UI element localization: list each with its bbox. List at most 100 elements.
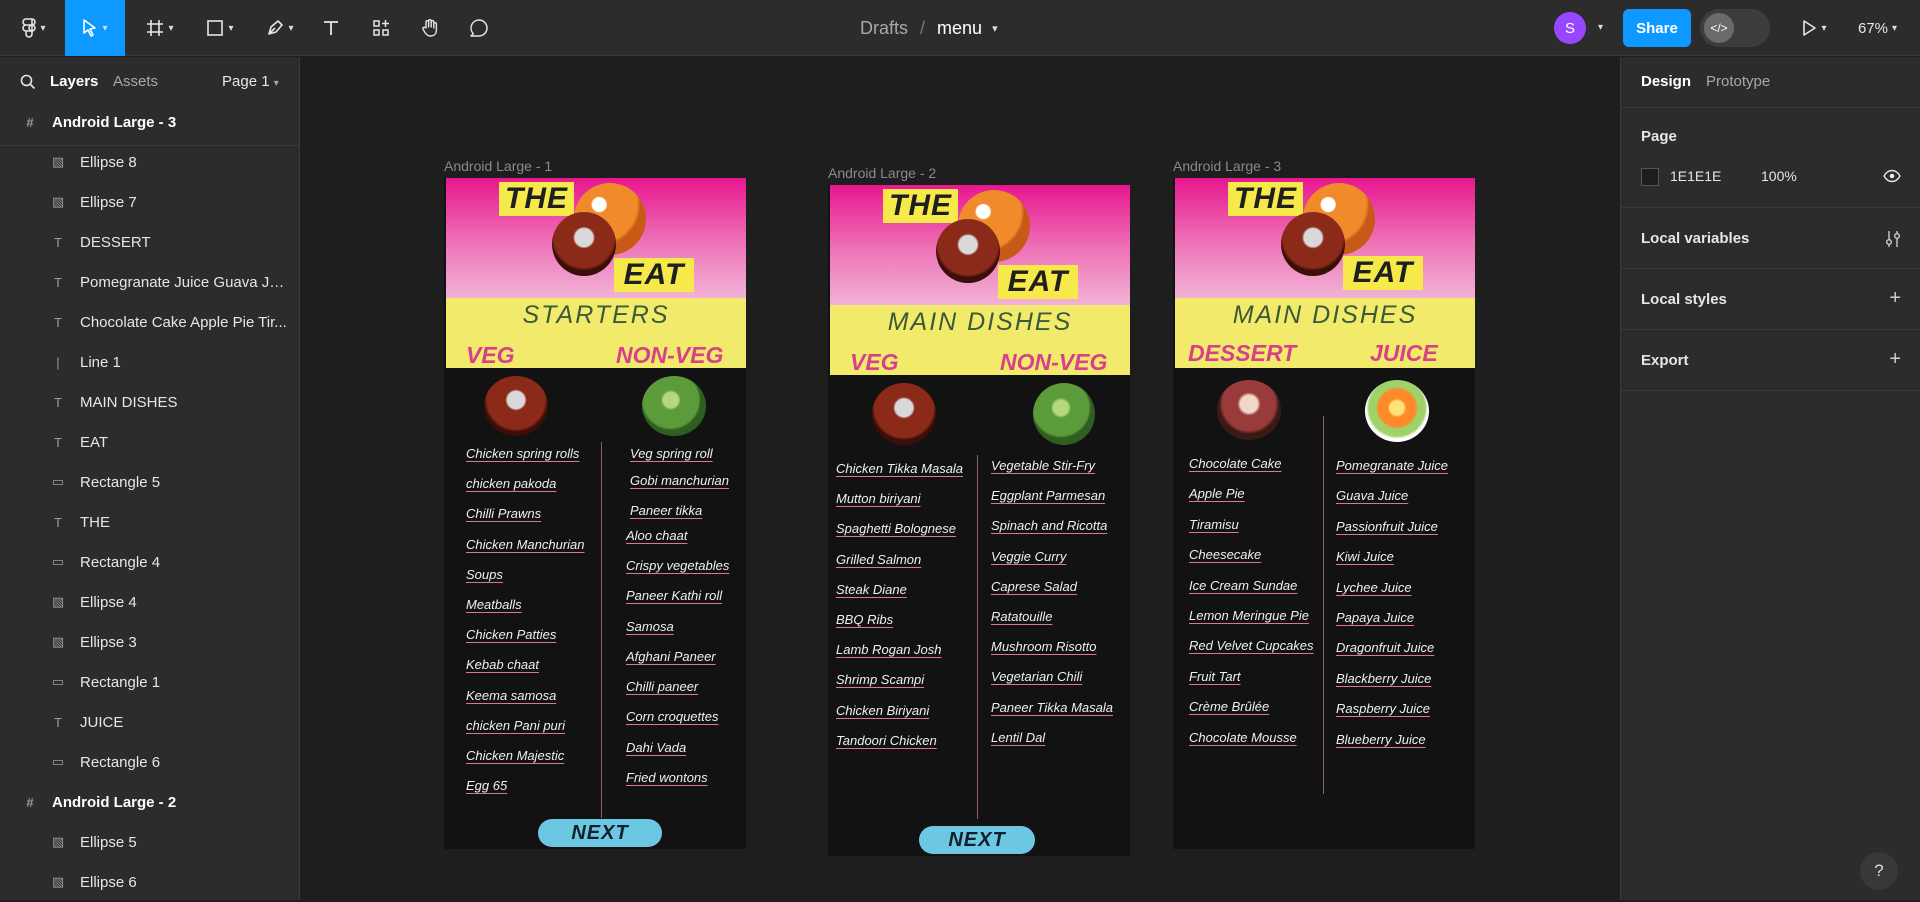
comment-tool-button[interactable] [464, 0, 494, 56]
menu-item[interactable]: Chicken spring rolls [466, 446, 579, 461]
dev-mode-toggle[interactable]: </> [1700, 9, 1770, 47]
menu-item[interactable]: Blackberry Juice [1336, 671, 1431, 686]
tab-layers[interactable]: Layers [50, 73, 98, 90]
export-section[interactable]: Export + [1621, 330, 1920, 391]
menu-item[interactable]: Tandoori Chicken [836, 733, 937, 748]
plus-icon[interactable]: + [1889, 287, 1901, 310]
main-menu-button[interactable]: ▾ [14, 0, 54, 56]
resources-tool-button[interactable] [366, 0, 396, 56]
menu-item[interactable]: Lychee Juice [1336, 580, 1412, 595]
next-button[interactable]: NEXT [919, 826, 1035, 854]
page-opacity[interactable]: 100% [1761, 168, 1797, 184]
menu-item[interactable]: Dahi Vada [626, 740, 686, 755]
menu-item[interactable]: Egg 65 [466, 778, 507, 793]
android-large-2-frame[interactable]: THE EAT MAIN DISHES VEG NON-VEG Chicken … [828, 185, 1130, 856]
frame-label[interactable]: Android Large - 3 [1173, 158, 1281, 174]
menu-item[interactable]: Mushroom Risotto [991, 639, 1096, 654]
menu-item[interactable]: Fried wontons [626, 770, 708, 785]
menu-item[interactable]: Kebab chaat [466, 657, 539, 672]
menu-item[interactable]: Chocolate Mousse [1189, 730, 1297, 745]
text-tool-button[interactable] [316, 0, 346, 56]
menu-item[interactable]: Eggplant Parmesan [991, 488, 1105, 503]
android-large-3-frame[interactable]: THE EAT MAIN DISHES DESSERT JUICE Chocol… [1173, 178, 1475, 849]
menu-item[interactable]: Chicken Tikka Masala [836, 461, 963, 476]
layer-row[interactable]: ▧ Ellipse 6 [0, 862, 300, 902]
layer-row[interactable]: ▧ Ellipse 5 [0, 822, 300, 862]
page-color-hex[interactable]: 1E1E1E [1670, 168, 1721, 184]
menu-item[interactable]: Caprese Salad [991, 579, 1077, 594]
tab-design[interactable]: Design [1641, 73, 1691, 90]
menu-item[interactable]: Tiramisu [1189, 517, 1239, 532]
plus-icon[interactable]: + [1889, 348, 1901, 371]
chevron-down-icon[interactable]: ▾ [1598, 22, 1603, 33]
menu-item[interactable]: Mutton biriyani [836, 491, 921, 506]
layer-row[interactable]: ▭ Rectangle 5 [0, 462, 300, 502]
menu-item[interactable]: Afghani Paneer [626, 649, 716, 664]
tab-prototype[interactable]: Prototype [1706, 73, 1770, 90]
frame-label[interactable]: Android Large - 2 [828, 165, 936, 181]
menu-item[interactable]: Blueberry Juice [1336, 732, 1426, 747]
local-variables-section[interactable]: Local variables [1621, 208, 1920, 269]
menu-item[interactable]: Paneer Kathi roll [626, 588, 722, 603]
local-styles-section[interactable]: Local styles + [1621, 269, 1920, 330]
menu-item[interactable]: chicken Pani puri [466, 718, 565, 733]
menu-item[interactable]: Veggie Curry [991, 549, 1066, 564]
hand-tool-button[interactable] [415, 0, 445, 56]
menu-item[interactable]: Chilli Prawns [466, 506, 541, 521]
menu-item[interactable]: Ratatouille [991, 609, 1052, 624]
user-avatar[interactable]: S [1554, 12, 1586, 44]
menu-item[interactable]: Lentil Dal [991, 730, 1045, 745]
menu-item[interactable]: Paneer tikka [630, 503, 702, 518]
menu-item[interactable]: Ice Cream Sundae [1189, 578, 1297, 593]
frame-tool-button[interactable]: ▾ [138, 0, 182, 56]
menu-item[interactable]: Chicken Manchurian [466, 537, 585, 552]
menu-item[interactable]: Grilled Salmon [836, 552, 921, 567]
menu-item[interactable]: Chicken Majestic [466, 748, 564, 763]
search-icon[interactable] [20, 74, 36, 90]
shape-tool-button[interactable]: ▾ [198, 0, 242, 56]
menu-item[interactable]: Corn croquettes [626, 709, 719, 724]
menu-item[interactable]: Shrimp Scampi [836, 672, 924, 687]
variables-sliders-icon[interactable] [1885, 230, 1901, 248]
menu-item[interactable]: Spaghetti Bolognese [836, 521, 956, 536]
menu-item[interactable]: Red Velvet Cupcakes [1189, 638, 1314, 653]
menu-item[interactable]: Chicken Patties [466, 627, 556, 642]
frame-label[interactable]: Android Large - 1 [444, 158, 552, 174]
menu-item[interactable]: Chilli paneer [626, 679, 698, 694]
file-title[interactable]: Drafts / menu ▾ [860, 0, 998, 56]
share-button[interactable]: Share [1623, 9, 1691, 47]
layer-row[interactable]: | Line 1 [0, 342, 300, 382]
layer-row[interactable]: ▧ Ellipse 3 [0, 622, 300, 662]
menu-item[interactable]: Chicken Biriyani [836, 703, 929, 718]
android-large-1-frame[interactable]: THE EAT STARTERS VEG NON-VEG Chicken spr… [444, 178, 746, 849]
menu-item[interactable]: Kiwi Juice [1336, 549, 1394, 564]
menu-item[interactable]: Gobi manchurian [630, 473, 729, 488]
menu-item[interactable]: Vegetarian Chili [991, 669, 1082, 684]
canvas[interactable]: Android Large - 1 Android Large - 2 Andr… [301, 57, 1619, 900]
layer-row[interactable]: T EAT [0, 422, 300, 462]
layer-row[interactable]: T JUICE [0, 702, 300, 742]
layer-row[interactable]: T THE [0, 502, 300, 542]
menu-item[interactable]: Cheesecake [1189, 547, 1261, 562]
layer-row[interactable]: ▧ Ellipse 7 [0, 182, 300, 222]
menu-item[interactable]: Samosa [626, 619, 674, 634]
project-name[interactable]: Drafts [860, 18, 908, 39]
menu-item[interactable]: Chocolate Cake [1189, 456, 1282, 471]
menu-item[interactable]: Crispy vegetables [626, 558, 729, 573]
layer-row[interactable]: ▧ Ellipse 8 [0, 142, 300, 182]
layer-row[interactable]: T Chocolate Cake Apple Pie Tir... [0, 302, 300, 342]
zoom-level[interactable]: 67% ▾ [1858, 0, 1897, 56]
file-name[interactable]: menu [937, 18, 982, 39]
present-button[interactable]: ▾ [1794, 0, 1834, 56]
page-color-swatch[interactable] [1641, 168, 1659, 186]
layer-row[interactable]: T MAIN DISHES [0, 382, 300, 422]
menu-item[interactable]: Guava Juice [1336, 488, 1408, 503]
menu-item[interactable]: Lemon Meringue Pie [1189, 608, 1309, 623]
next-button[interactable]: NEXT [538, 819, 662, 847]
layer-row[interactable]: ▭ Rectangle 4 [0, 542, 300, 582]
pen-tool-button[interactable]: ▾ [258, 0, 302, 56]
menu-item[interactable]: Dragonfruit Juice [1336, 640, 1434, 655]
menu-item[interactable]: Pomegranate Juice [1336, 458, 1448, 473]
eye-icon[interactable] [1883, 169, 1901, 183]
menu-item[interactable]: Paneer Tikka Masala [991, 700, 1113, 715]
